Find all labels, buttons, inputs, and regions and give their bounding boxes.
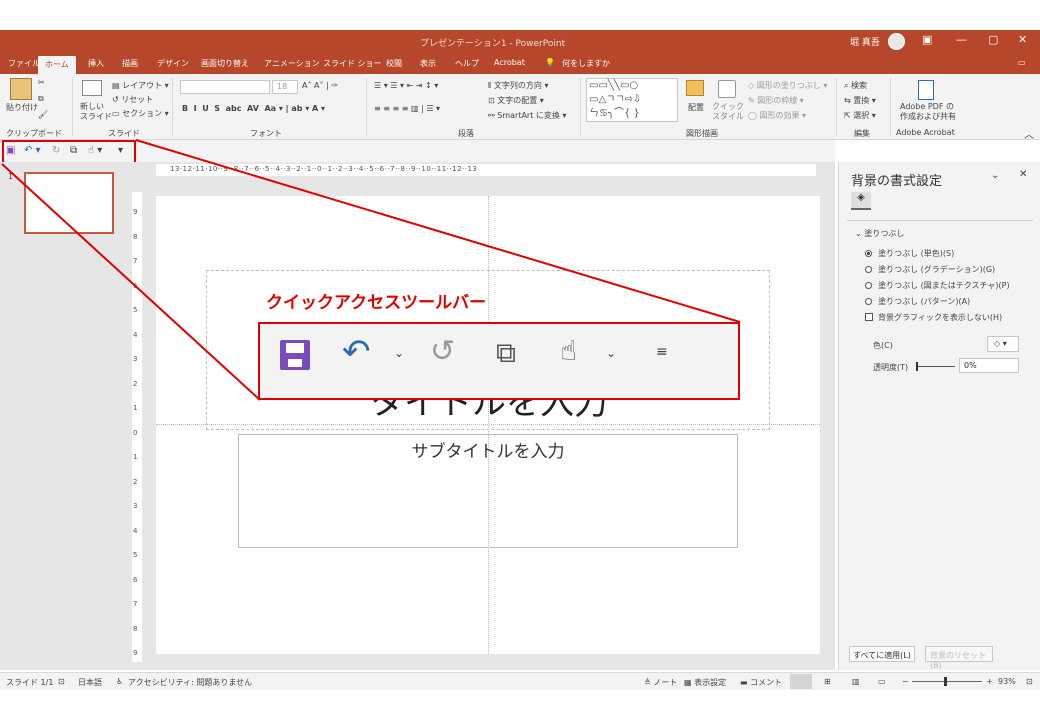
language-indicator[interactable]: 日本語 — [78, 677, 102, 688]
chevron-down-icon: ⌄ — [606, 346, 617, 360]
slide-indicator: スライド 1/1 — [6, 678, 54, 687]
spellcheck-icon[interactable]: ⊡ — [58, 677, 65, 686]
accessibility-status[interactable]: アクセシビリティ: 問題ありません — [128, 677, 252, 688]
transparency-input[interactable]: 0% — [959, 358, 1019, 373]
reset-background-button[interactable]: 背景のリセット(B) — [925, 646, 993, 670]
customize-qat-icon: ≡ — [656, 344, 668, 360]
radio-selected-icon — [865, 250, 872, 257]
touch-mode-icon: ☝ — [560, 334, 578, 367]
display-settings-button[interactable]: ▦ 表示設定 — [684, 677, 726, 688]
pane-title: 背景の書式設定 — [851, 174, 943, 189]
transparency-label: 透明度(T) — [873, 363, 909, 372]
zoom-slider[interactable] — [912, 681, 982, 682]
fill-option-picture[interactable]: 塗りつぶし (図またはテクスチャ)(P) — [865, 280, 1010, 291]
pane-options-icon[interactable]: ⌄ — [991, 170, 999, 181]
fill-section-header[interactable]: ⌄ 塗りつぶし — [855, 228, 904, 239]
annotation-label: クイックアクセスツールバー — [266, 293, 487, 313]
color-picker-button[interactable]: ◇ ▾ — [987, 336, 1019, 352]
format-background-pane: 背景の書式設定 ⌄ ✕ ◈ ⌄ 塗りつぶし 塗りつぶし (単色)(S) 塗りつぶ… — [838, 162, 1040, 670]
radio-icon — [865, 282, 872, 289]
fill-option-gradient[interactable]: 塗りつぶし (グラデーション)(G) — [865, 264, 995, 275]
reading-view-icon[interactable]: ▥ — [852, 677, 860, 686]
slide-sorter-icon[interactable]: ⊞ — [824, 677, 831, 686]
notes-button[interactable]: ≜ ノート — [644, 677, 677, 688]
comments-button[interactable]: ▬ コメント — [740, 677, 782, 688]
zoom-slider-handle[interactable] — [944, 677, 947, 686]
redo-icon: ↺ — [430, 334, 456, 369]
save-icon — [280, 340, 310, 370]
slideshow-icon: ⧉ — [496, 336, 516, 369]
transparency-slider-handle[interactable] — [916, 362, 918, 371]
radio-icon — [865, 266, 872, 273]
chevron-down-icon: ⌄ — [394, 346, 405, 360]
color-label: 色(C) — [873, 341, 893, 350]
pane-close-icon[interactable]: ✕ — [1019, 169, 1027, 180]
apply-all-button[interactable]: すべてに適用(L) — [849, 646, 915, 662]
undo-icon: ↶ — [342, 332, 371, 372]
slideshow-view-icon[interactable]: ▭ — [878, 677, 886, 686]
fill-tab-icon[interactable]: ◈ — [851, 192, 871, 210]
zoom-level[interactable]: 93% — [998, 677, 1016, 686]
zoom-in-icon[interactable]: + — [986, 677, 993, 686]
status-bar: スライド 1/1 ⊡ 日本語 ♿ アクセシビリティ: 問題ありません ≜ ノート… — [0, 672, 1040, 690]
divider — [847, 220, 1033, 221]
normal-view-button[interactable] — [790, 674, 812, 689]
fill-option-solid[interactable]: 塗りつぶし (単色)(S) — [865, 248, 954, 259]
radio-icon — [865, 298, 872, 305]
hide-background-checkbox[interactable]: 背景グラフィックを表示しない(H) — [865, 312, 1002, 323]
callout-line-bottom — [1, 163, 261, 401]
fit-slide-icon[interactable]: ⊡ — [1026, 677, 1033, 686]
checkbox-icon — [865, 313, 873, 321]
fill-option-pattern[interactable]: 塗りつぶし (パターン)(A) — [865, 296, 970, 307]
zoom-out-icon[interactable]: − — [902, 677, 909, 686]
accessibility-icon: ♿ — [116, 677, 124, 686]
transparency-slider[interactable] — [917, 366, 955, 367]
qat-zoom-callout: ↶ ⌄ ↺ ⧉ ☝ ⌄ ≡ — [258, 322, 740, 400]
